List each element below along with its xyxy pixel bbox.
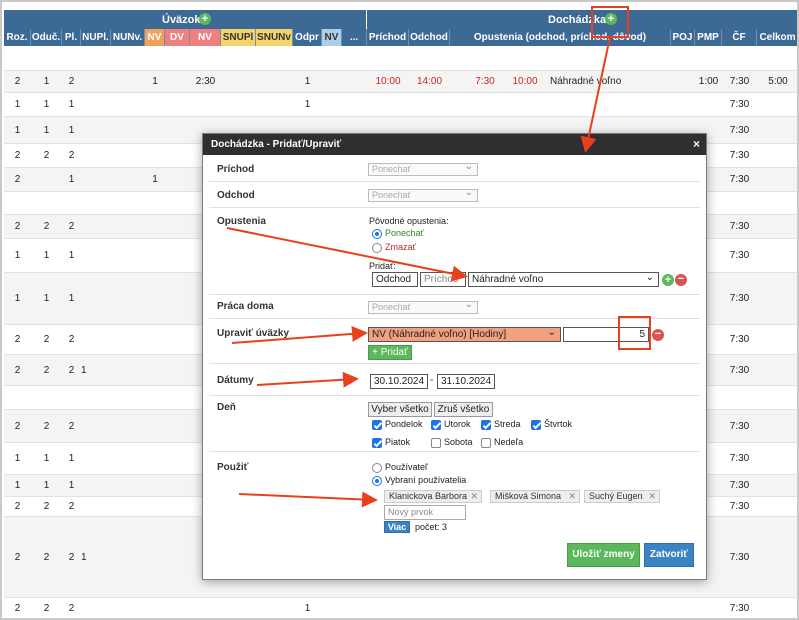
annotation-box-value	[618, 316, 651, 350]
annotation-box-add-dochadzka	[591, 6, 629, 38]
annotation-arrow-opustenia	[226, 227, 468, 282]
annotation-arrow-uvazky	[231, 325, 368, 344]
screenshot-frame: Úväzok + Dochádzka + Roz. Oduč. Pl. NUPl. NU…	[0, 0, 799, 620]
annotation-arrow-users	[238, 491, 378, 508]
annotation-arrow-add	[580, 36, 611, 153]
annotation-arrow-datumy	[256, 371, 359, 388]
annotation-overlay	[226, 6, 651, 508]
